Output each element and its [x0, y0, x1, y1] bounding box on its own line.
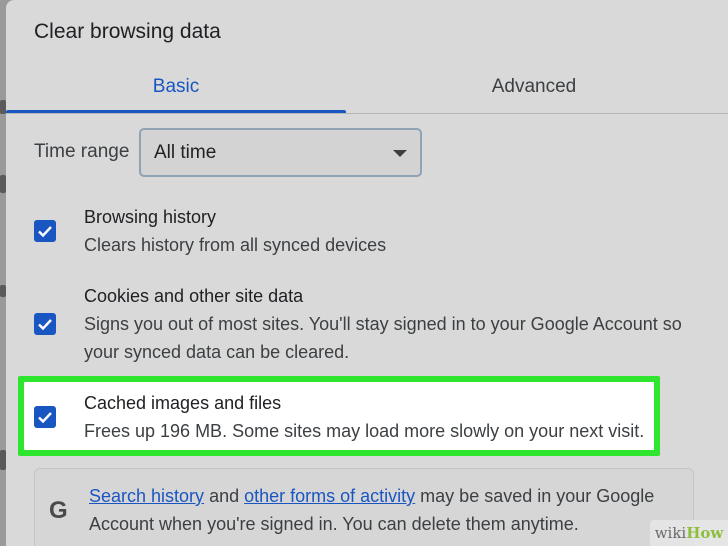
option-description: Frees up 196 MB. Some sites may load mor…: [84, 421, 645, 441]
checkmark-icon: [38, 319, 52, 331]
checkmark-icon: [38, 412, 52, 424]
google-g-icon: G: [49, 497, 68, 524]
notice-text-part: and: [204, 486, 245, 506]
browsing-history-checkbox[interactable]: [34, 220, 56, 242]
option-description: Clears history from all synced devices: [84, 235, 387, 255]
tabs-divider: [6, 113, 728, 114]
other-activity-link[interactable]: other forms of activity: [244, 486, 415, 506]
time-range-select[interactable]: All time: [139, 128, 422, 177]
option-title: Cached images and files: [84, 393, 282, 413]
checkmark-icon: [38, 226, 52, 238]
tab-basic[interactable]: Basic: [6, 60, 346, 114]
search-history-link[interactable]: Search history: [89, 486, 204, 506]
dropdown-arrow-icon: [393, 150, 407, 157]
time-range-label: Time range: [34, 141, 130, 162]
tab-advanced[interactable]: Advanced: [346, 60, 722, 114]
watermark-part: wiki: [654, 524, 687, 542]
notice-text: Search history and other forms of activi…: [89, 482, 689, 538]
tab-bar: Basic Advanced: [6, 60, 728, 114]
cookies-checkbox[interactable]: [34, 313, 56, 335]
watermark-part: How: [686, 524, 724, 542]
clear-browsing-data-dialog: Clear browsing data Basic Advanced Time …: [6, 0, 728, 546]
wikihow-watermark: wiki How: [650, 520, 728, 546]
google-activity-notice: G Search history and other forms of acti…: [34, 468, 694, 546]
option-description: Signs you out of most sites. You'll stay…: [84, 314, 682, 362]
dialog-title: Clear browsing data: [34, 20, 221, 43]
cached-images-checkbox[interactable]: [34, 406, 56, 428]
option-title: Browsing history: [84, 207, 217, 227]
option-title: Cookies and other site data: [84, 286, 304, 306]
time-range-value: All time: [154, 141, 217, 163]
